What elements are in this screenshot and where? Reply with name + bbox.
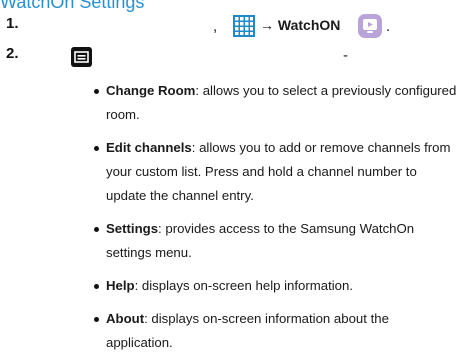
option-term: About bbox=[106, 311, 145, 326]
step-comma: , bbox=[213, 18, 218, 35]
option-term: Settings bbox=[106, 221, 159, 236]
step-1: 1. , → WatchON . bbox=[0, 14, 464, 39]
list-item: Settings: provides access to the Samsung… bbox=[94, 217, 459, 265]
list-item: About: displays on-screen information ab… bbox=[94, 307, 459, 355]
watchon-app-icon bbox=[358, 14, 382, 38]
apps-grid-icon bbox=[233, 15, 255, 37]
option-description: : displays on-screen information about t… bbox=[106, 311, 389, 350]
list-item: Change Room: allows you to select a prev… bbox=[94, 79, 459, 127]
option-term: Change Room bbox=[106, 83, 196, 98]
step-period: . bbox=[386, 18, 391, 35]
step-number: 2. bbox=[6, 45, 19, 62]
watchon-app-path: → WatchON bbox=[260, 17, 341, 33]
option-description: : displays on-screen help information. bbox=[134, 278, 354, 293]
option-term: Edit channels bbox=[106, 140, 192, 155]
step-2: 2. - bbox=[0, 45, 464, 69]
option-term: Help bbox=[106, 278, 135, 293]
section-heading: WatchOn Settings bbox=[0, 0, 145, 12]
options-list: Change Room: allows you to select a prev… bbox=[94, 79, 459, 364]
menu-key-icon bbox=[71, 47, 92, 67]
step-dash: - bbox=[343, 47, 348, 64]
list-item: Edit channels: allows you to add or remo… bbox=[94, 136, 459, 208]
list-item: Help: displays on-screen help informatio… bbox=[94, 274, 459, 298]
step-number: 1. bbox=[6, 15, 19, 32]
